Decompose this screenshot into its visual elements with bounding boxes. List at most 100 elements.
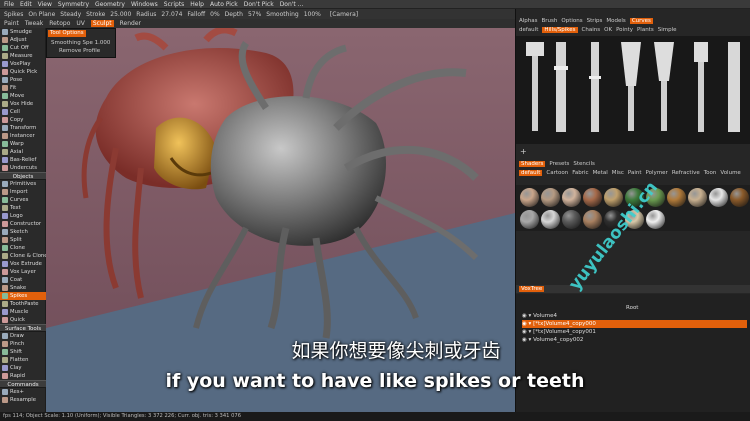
layer-visibility-icon[interactable]: ◉ ▾ (522, 321, 533, 327)
tool-cell[interactable]: Cell (0, 108, 46, 116)
tool-constructor[interactable]: Constructor (0, 220, 46, 228)
tool-bas-relief[interactable]: Bas-Relief (0, 156, 46, 164)
menu-view[interactable]: View (38, 1, 52, 8)
room-tab-sculpt[interactable]: Sculpt (90, 20, 114, 27)
steady-stroke-label[interactable]: Steady (60, 11, 81, 18)
menu-edit[interactable]: Edit (20, 1, 32, 8)
depth-value[interactable]: 57% (248, 11, 261, 18)
voxtree-row-volume4[interactable]: ◉ ▾ Volume4 (522, 312, 747, 320)
tool-copy[interactable]: Copy (0, 116, 46, 124)
menu-auto-pick[interactable]: Auto Pick (210, 1, 238, 8)
shader-tab-paint[interactable]: Paint (628, 170, 642, 176)
curve-tab-simple[interactable]: Simple (658, 27, 677, 33)
shader-ball[interactable] (562, 188, 581, 207)
tool-logo[interactable]: Logo (0, 212, 46, 220)
tab-strips[interactable]: Strips (587, 18, 603, 24)
tool-rapid[interactable]: Rapid (0, 372, 46, 380)
shader-ball[interactable] (541, 188, 560, 207)
tool-quick-pick[interactable]: Quick Pick (0, 68, 46, 76)
tab-shaders[interactable]: Shaders (519, 161, 546, 167)
menu-geometry[interactable]: Geometry (95, 1, 125, 8)
tab-models[interactable]: Models (606, 18, 625, 24)
spike-preview-2[interactable] (554, 42, 568, 132)
tool-import[interactable]: Import (0, 188, 46, 196)
stroke-value[interactable]: 25.000 (110, 11, 131, 18)
smoothing-speed-value[interactable]: 1.000 (95, 40, 111, 46)
tool-resample[interactable]: Resample (0, 396, 46, 404)
shader-ball[interactable] (709, 188, 728, 207)
menu-dont-more[interactable]: Don't ... (280, 1, 304, 8)
voxtree-row-copy001[interactable]: ◉ ▾ [*tx]Volume4_copy001 (522, 328, 747, 336)
menu-scripts[interactable]: Scripts (164, 1, 185, 8)
menu-windows[interactable]: Windows (131, 1, 158, 8)
tool-spikes[interactable]: Spikes (0, 292, 46, 300)
tool-transform[interactable]: Transform (0, 124, 46, 132)
voxtree-row-copy002[interactable]: ◉ ▾ Volume4_copy002 (522, 336, 747, 344)
curve-tab-ok[interactable]: OK (604, 27, 612, 33)
tool-cut-off[interactable]: Cut Off (0, 44, 46, 52)
objects-section-header[interactable]: Objects (0, 172, 46, 180)
shader-ball[interactable] (520, 210, 539, 229)
shader-tab-cartoon[interactable]: Cartoon (546, 170, 568, 176)
shader-ball[interactable] (730, 188, 749, 207)
commands-section-header[interactable]: Commands (0, 380, 46, 388)
tool-snake[interactable]: Snake (0, 284, 46, 292)
tool-primitives[interactable]: Primitives (0, 180, 46, 188)
shader-tab-metal[interactable]: Metal (593, 170, 608, 176)
shader-ball[interactable] (646, 210, 665, 229)
layer-visibility-icon[interactable]: ◉ ▾ (522, 313, 533, 319)
spike-preview-6[interactable] (694, 42, 708, 132)
curve-tab-chains[interactable]: Chains (582, 27, 601, 33)
tool-clay[interactable]: Clay (0, 364, 46, 372)
tool-quick[interactable]: Quick (0, 316, 46, 324)
smoothing-value[interactable]: 100% (304, 11, 321, 18)
falloff-value[interactable]: 0% (210, 11, 220, 18)
voxtree-row-copy000[interactable]: ◉ ▾ [*tx]Volume4_copy000 (522, 320, 747, 328)
tab-alphas[interactable]: Alphas (519, 18, 538, 24)
layer-visibility-icon[interactable]: ◉ ▾ (522, 329, 533, 335)
curve-tab-hills-spikes[interactable]: Hills/Spikes (542, 27, 578, 33)
shader-tab-misc[interactable]: Misc (612, 170, 624, 176)
tool-adjust[interactable]: Adjust (0, 36, 46, 44)
tool-draw[interactable]: Draw (0, 332, 46, 340)
tool-muscle[interactable]: Muscle (0, 308, 46, 316)
tool-undercuts[interactable]: Undercuts (0, 164, 46, 172)
shader-ball[interactable] (541, 210, 560, 229)
curve-tab-pointy[interactable]: Pointy (616, 27, 633, 33)
shader-tab-toon[interactable]: Toon (704, 170, 717, 176)
menu-file[interactable]: File (4, 1, 14, 8)
tool-move[interactable]: Move (0, 92, 46, 100)
menu-dont-pick[interactable]: Don't Pick (244, 1, 274, 8)
menu-symmetry[interactable]: Symmetry (58, 1, 89, 8)
tool-fit[interactable]: Fit (0, 84, 46, 92)
tab-brush[interactable]: Brush (542, 18, 558, 24)
smoothing-speed-row[interactable]: Smoothing Spe 1.000 (51, 40, 110, 46)
curve-tab-default[interactable]: default (519, 27, 538, 33)
shader-tab-fabric[interactable]: Fabric (572, 170, 588, 176)
tool-warp[interactable]: Warp (0, 140, 46, 148)
tool-measure[interactable]: Measure (0, 52, 46, 60)
tool-vox-layer[interactable]: Vox Layer (0, 268, 46, 276)
room-tab-uv[interactable]: UV (76, 20, 85, 27)
shader-ball[interactable] (688, 188, 707, 207)
spike-preview-4[interactable] (621, 42, 641, 131)
tool-instancer[interactable]: Instancer (0, 132, 46, 140)
surface-tools-section-header[interactable]: Surface Tools (0, 324, 46, 332)
shader-ball[interactable] (667, 188, 686, 207)
spike-preview-3[interactable] (589, 42, 601, 132)
tool-vox-hide[interactable]: Vox Hide (0, 100, 46, 108)
tool-pinch[interactable]: Pinch (0, 340, 46, 348)
tool-res[interactable]: Res+ (0, 388, 46, 396)
shader-ball[interactable] (583, 210, 602, 229)
room-tab-tweak[interactable]: Tweak (25, 20, 43, 27)
tab-voxtree[interactable]: VoxTree (519, 286, 545, 292)
tool-coat[interactable]: Coat (0, 276, 46, 284)
tab-presets[interactable]: Presets (549, 161, 569, 167)
tool-clone[interactable]: Clone (0, 244, 46, 252)
tool-sketch[interactable]: Sketch (0, 228, 46, 236)
menu-help[interactable]: Help (190, 1, 204, 8)
tool-pose[interactable]: Pose (0, 76, 46, 84)
tool-toothpaste[interactable]: ToothPaste (0, 300, 46, 308)
shader-tab-refractive[interactable]: Refractive (672, 170, 700, 176)
tool-voxplay[interactable]: VoxPlay (0, 60, 46, 68)
